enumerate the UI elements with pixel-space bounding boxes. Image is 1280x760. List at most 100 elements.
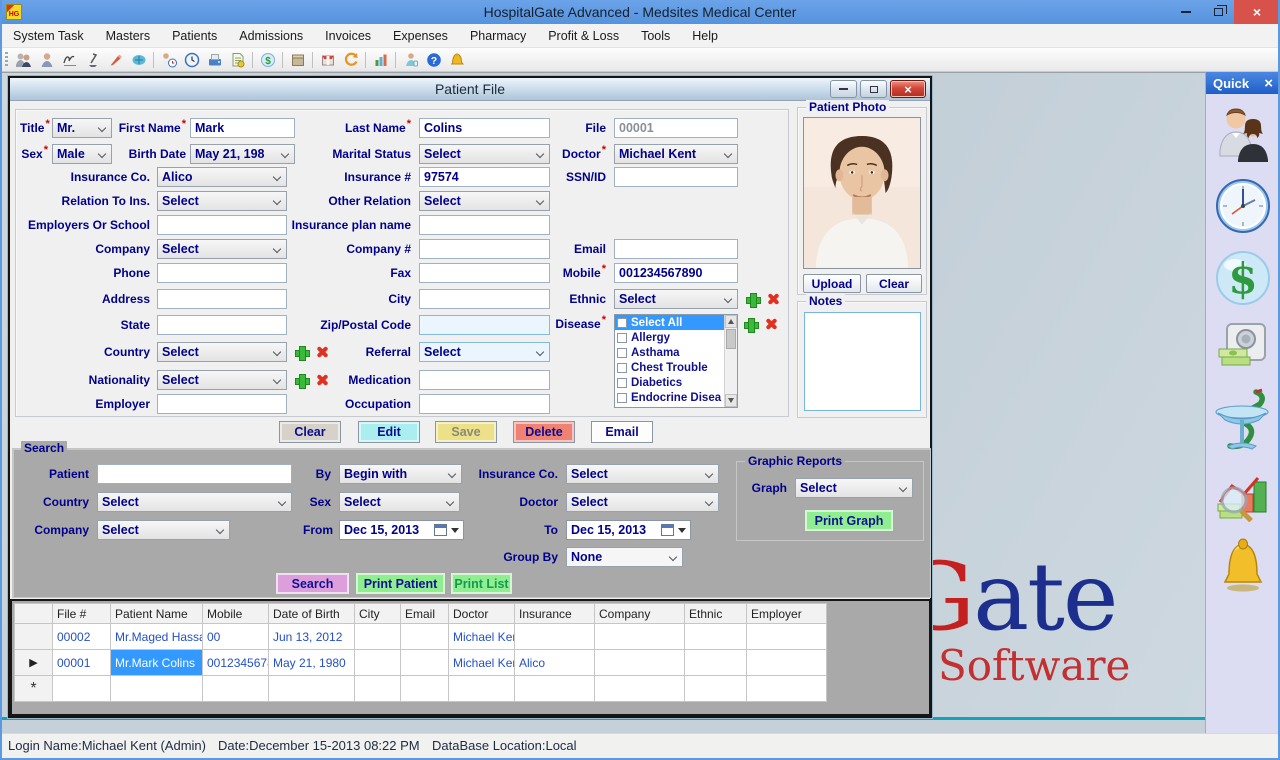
menu-masters[interactable]: Masters <box>95 29 161 43</box>
upload-button[interactable]: Upload <box>803 274 861 293</box>
reminder-toolbar-icon[interactable] <box>445 50 468 70</box>
menu-pharmacy[interactable]: Pharmacy <box>459 29 537 43</box>
grid-cell[interactable] <box>401 676 449 702</box>
grid-cell-selected[interactable]: Mr.Mark Colins <box>111 650 203 676</box>
quick-financial-reports-icon[interactable] <box>1216 472 1270 522</box>
quick-pharmacy-icon[interactable] <box>1214 386 1272 456</box>
grid-col-header[interactable]: Date of Birth <box>269 604 355 624</box>
purchase-toolbar-icon[interactable] <box>316 50 339 70</box>
menu-tools[interactable]: Tools <box>630 29 681 43</box>
print-list-button[interactable]: Print List <box>451 573 512 594</box>
print-graph-button[interactable]: Print Graph <box>805 510 893 531</box>
patient-file-titlebar[interactable]: Patient File × <box>10 78 930 101</box>
menu-profit-loss[interactable]: Profit & Loss <box>537 29 630 43</box>
grid-cell[interactable]: Michael Kent <box>449 650 515 676</box>
company-select[interactable]: Select <box>157 239 287 259</box>
window-minimize-button[interactable] <box>830 80 857 98</box>
grid-cell[interactable] <box>111 676 203 702</box>
grid-cell[interactable]: Mr.Maged Hassan <box>111 624 203 650</box>
add-ethnic-icon[interactable] <box>745 292 760 307</box>
quick-close-icon[interactable]: × <box>1264 75 1273 92</box>
menu-system-task[interactable]: System Task <box>2 29 95 43</box>
delete-ethnic-icon[interactable] <box>766 292 781 307</box>
grid-cell[interactable]: 00 <box>203 624 269 650</box>
search-company-select[interactable]: Select <box>97 520 230 540</box>
grid-row-current[interactable]: ▶ 00001 Mr.Mark Colins 001234567890 May … <box>15 650 827 676</box>
grid-cell[interactable] <box>355 676 401 702</box>
address-input[interactable] <box>157 289 287 309</box>
grid-cell[interactable] <box>355 650 401 676</box>
nationality-select[interactable]: Select <box>157 370 287 390</box>
grid-col-header[interactable]: Mobile <box>203 604 269 624</box>
grid-cell[interactable]: May 21, 1980 <box>269 650 355 676</box>
graph-select[interactable]: Select <box>795 478 913 498</box>
grid-cell[interactable] <box>685 650 747 676</box>
state-input[interactable] <box>157 315 287 335</box>
checkbox-icon[interactable] <box>617 348 627 358</box>
print-patient-button[interactable]: Print Patient <box>356 573 445 594</box>
employers-or-school-input[interactable] <box>157 215 287 235</box>
quick-clock-icon[interactable] <box>1215 178 1271 234</box>
grid-cell[interactable] <box>595 676 685 702</box>
transport-toolbar-icon[interactable] <box>127 50 150 70</box>
scrollbar-thumb[interactable] <box>726 329 736 349</box>
photo-clear-button[interactable]: Clear <box>866 274 922 293</box>
disease-item-select-all[interactable]: Select All <box>615 315 737 330</box>
grid-col-header[interactable]: Doctor <box>449 604 515 624</box>
ssn-input[interactable] <box>614 167 738 187</box>
sex-select[interactable]: Male <box>52 144 112 164</box>
grid-cell[interactable] <box>515 624 595 650</box>
grid-cell[interactable]: Jun 13, 2012 <box>269 624 355 650</box>
clock-toolbar-icon[interactable] <box>180 50 203 70</box>
grid-cell[interactable] <box>747 624 827 650</box>
grid-row-new[interactable]: * <box>15 676 827 702</box>
grid-cell[interactable]: Alico <box>515 650 595 676</box>
grid-cell[interactable] <box>269 676 355 702</box>
search-to-date[interactable]: Dec 15, 2013 <box>566 520 691 540</box>
quick-cash-safe-icon[interactable] <box>1217 322 1269 370</box>
checkbox-icon[interactable] <box>617 393 627 403</box>
stock-toolbar-icon[interactable] <box>286 50 309 70</box>
grid-cell[interactable] <box>355 624 401 650</box>
lab-toolbar-icon[interactable] <box>81 50 104 70</box>
save-button[interactable]: Save <box>435 421 497 443</box>
mobile-input[interactable]: 001234567890 <box>614 263 738 283</box>
fax-toolbar-icon[interactable] <box>203 50 226 70</box>
scroll-down-icon[interactable] <box>725 394 737 407</box>
disease-item[interactable]: Chest Trouble <box>615 360 737 375</box>
sales-return-toolbar-icon[interactable] <box>339 50 362 70</box>
checkbox-icon[interactable] <box>617 318 627 328</box>
help-toolbar-icon[interactable]: ? <box>422 50 445 70</box>
grid-cell[interactable] <box>747 650 827 676</box>
relation-to-ins-select[interactable]: Select <box>157 191 287 211</box>
menu-expenses[interactable]: Expenses <box>382 29 459 43</box>
disease-item[interactable]: Diabetics <box>615 375 737 390</box>
search-from-date[interactable]: Dec 15, 2013 <box>339 520 464 540</box>
grid-col-header[interactable]: Patient Name <box>111 604 203 624</box>
search-by-select[interactable]: Begin with <box>339 464 462 484</box>
grid-col-header[interactable]: Ethnic <box>685 604 747 624</box>
search-sex-select[interactable]: Select <box>339 492 460 512</box>
title-select[interactable]: Mr. <box>52 118 112 138</box>
checkbox-icon[interactable] <box>617 333 627 343</box>
grid-cell[interactable]: 00002 <box>53 624 111 650</box>
referral-select[interactable]: Select <box>419 342 550 362</box>
current-row-arrow-icon[interactable]: ▶ <box>15 650 53 676</box>
grid-cell[interactable] <box>401 650 449 676</box>
minimize-button[interactable] <box>1170 0 1202 24</box>
grid-cell[interactable]: 00001 <box>53 650 111 676</box>
search-country-select[interactable]: Select <box>97 492 292 512</box>
email-button[interactable]: Email <box>591 421 653 443</box>
quick-billing-icon[interactable]: $ <box>1215 250 1271 306</box>
grid-cell[interactable] <box>595 650 685 676</box>
checkbox-icon[interactable] <box>617 378 627 388</box>
window-close-button[interactable]: × <box>890 80 926 98</box>
grid-cell[interactable] <box>747 676 827 702</box>
grid-cell[interactable]: Michael Kent <box>449 624 515 650</box>
search-doctor-select[interactable]: Select <box>566 492 719 512</box>
grid-col-header[interactable]: Email <box>401 604 449 624</box>
invoice-toolbar-icon[interactable] <box>226 50 249 70</box>
window-maximize-button[interactable] <box>860 80 887 98</box>
clear-button[interactable]: Clear <box>279 421 341 443</box>
checkbox-icon[interactable] <box>617 363 627 373</box>
